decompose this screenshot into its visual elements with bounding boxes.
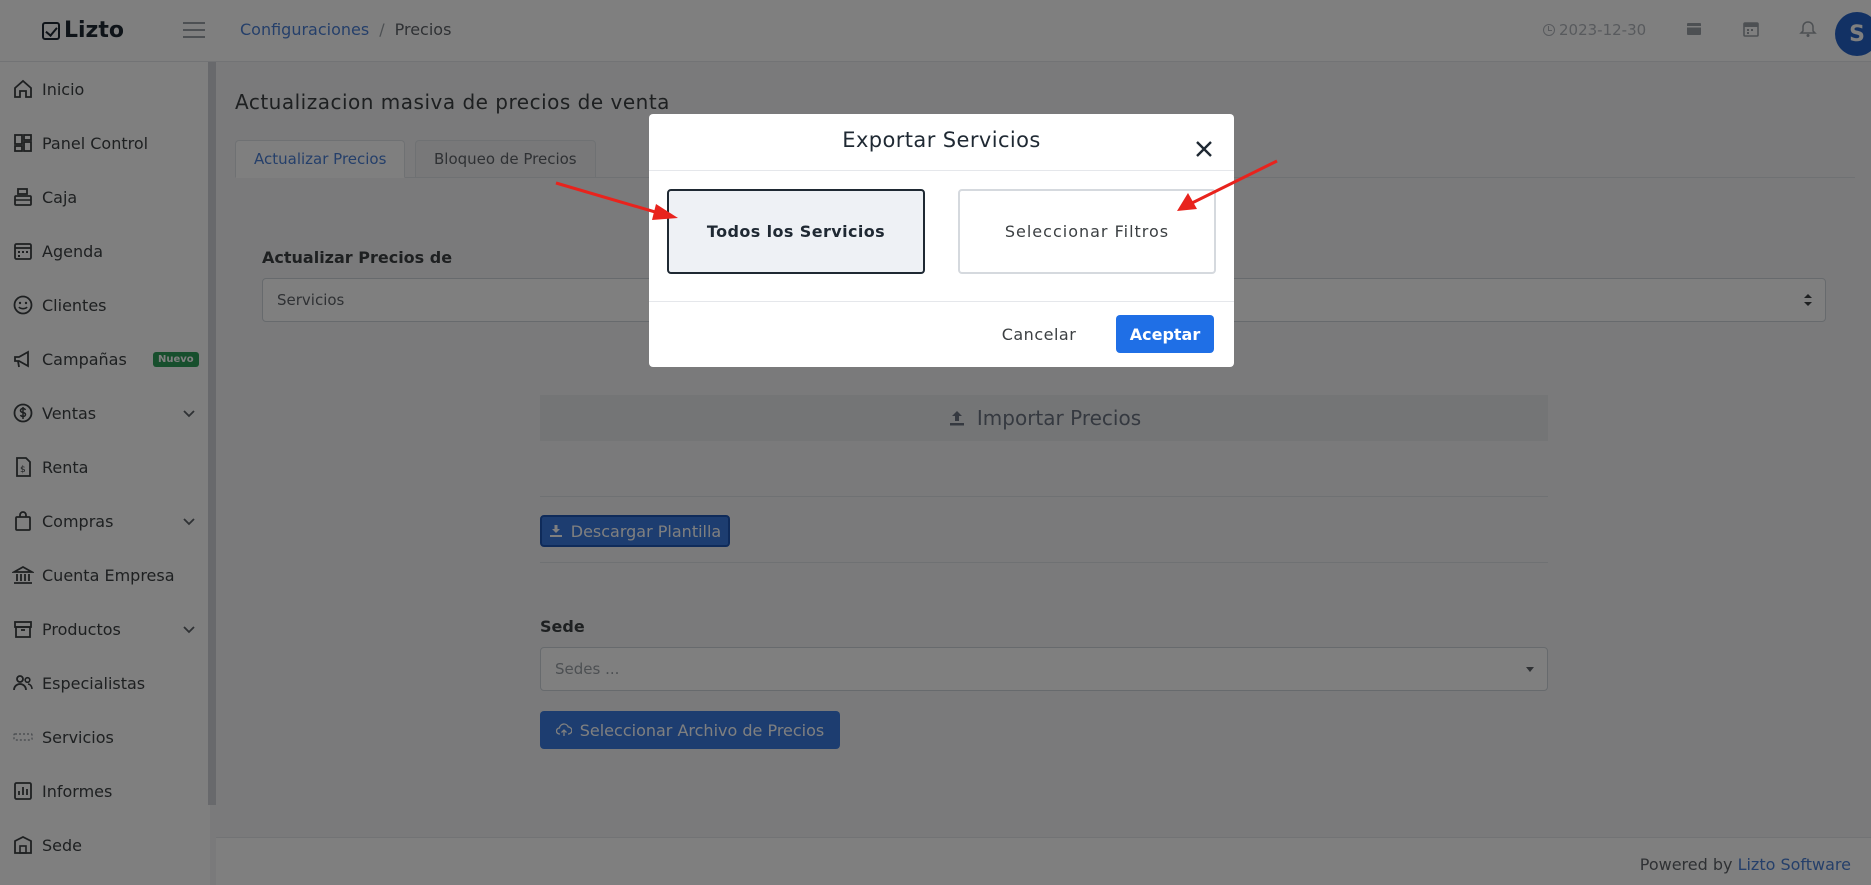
accept-button[interactable]: Aceptar bbox=[1116, 315, 1214, 353]
option-all-services[interactable]: Todos los Servicios bbox=[667, 189, 925, 274]
cancel-button[interactable]: Cancelar bbox=[989, 315, 1089, 353]
export-services-modal: Exportar Servicios Todos los Servicios S… bbox=[649, 114, 1234, 367]
modal-header-divider bbox=[649, 170, 1234, 171]
option-select-filters[interactable]: Seleccionar Filtros bbox=[958, 189, 1216, 274]
modal-title: Exportar Servicios bbox=[842, 128, 1041, 152]
modal-footer-divider bbox=[649, 301, 1234, 302]
close-icon[interactable] bbox=[1193, 138, 1215, 160]
